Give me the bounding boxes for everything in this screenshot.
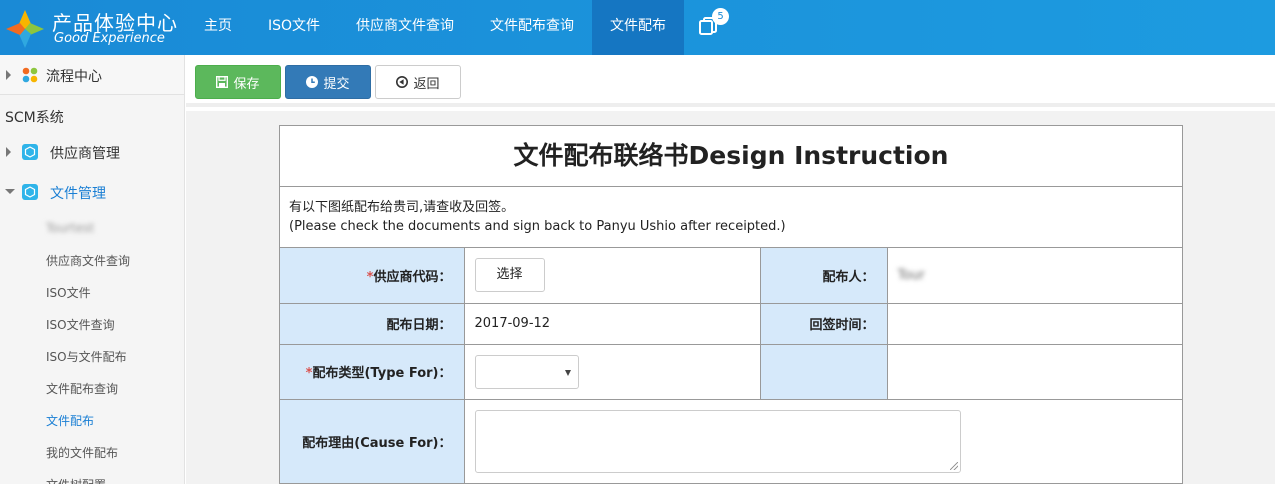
notice-line-cn: 有以下图纸配布给贵司,请查收及回签。	[289, 200, 515, 215]
resize-grip-icon[interactable]	[949, 461, 958, 470]
dropdown-arrow-icon	[564, 369, 571, 376]
nav-iso-files[interactable]: ISO文件	[250, 0, 338, 55]
form-title: 文件配布联络书Design Instruction	[280, 126, 1182, 187]
nav-file-distribution-query[interactable]: 文件配布查询	[472, 0, 592, 55]
save-icon	[216, 76, 229, 88]
nav-supplier-file-query[interactable]: 供应商文件查询	[338, 0, 472, 55]
caret-right-icon	[6, 147, 11, 157]
sidebar-item-flow-center[interactable]: 流程中心	[0, 55, 184, 95]
sidebar-item-label: 流程中心	[46, 69, 102, 85]
sidebar-item-label: 供应商管理	[50, 146, 120, 162]
brand[interactable]: 产品体验中心 Good Experience	[0, 0, 185, 55]
sidebar-section-title: SCM系统	[5, 110, 64, 126]
empty-label-cell	[759, 343, 888, 400]
distribution-type-label: *配布类型(Type For)：	[280, 343, 465, 400]
nav-windows-button[interactable]: 5	[684, 0, 732, 55]
sidebar-subitem-file-tree-config[interactable]: 文件树配置	[46, 476, 106, 484]
cube-icon	[22, 184, 38, 200]
submit-button-label: 提交	[323, 76, 350, 92]
notice-line-en: (Please check the documents and sign bac…	[289, 219, 786, 234]
save-button-label: 保存	[233, 76, 260, 92]
back-circle-icon	[396, 76, 409, 88]
caret-down-icon	[5, 189, 15, 194]
select-supplier-button[interactable]: 选择	[474, 258, 545, 293]
sidebar-item-label: 文件管理	[50, 186, 106, 202]
submit-button[interactable]: 提交	[285, 65, 371, 99]
distribution-reason-textarea[interactable]	[474, 409, 961, 473]
brand-name-en: Good Experience	[54, 31, 165, 46]
sidebar-subitem-tourtest[interactable]: Tourtest	[46, 221, 94, 235]
distribution-type-cell	[463, 343, 761, 400]
sidebar-item-supplier-management[interactable]: 供应商管理	[0, 135, 184, 171]
distributor-value: Tour	[897, 267, 925, 283]
sidebar-subitem-file-distribution[interactable]: 文件配布	[46, 412, 94, 429]
reply-time-label: 回签时间：	[759, 302, 888, 345]
distributor-label: 配布人：	[759, 248, 888, 304]
sidebar-subitem-my-distribution[interactable]: 我的文件配布	[46, 444, 118, 461]
back-button[interactable]: 返回	[375, 65, 461, 99]
content-area: 文件配布联络书Design Instruction 有以下图纸配布给贵司,请查收…	[186, 111, 1275, 484]
sidebar: 流程中心 SCM系统 供应商管理 文件管理 Tourtest 供应商文件查询 I…	[0, 55, 185, 484]
form-grid: *供应商代码： 选择 配布人： Tour 配布日期： 2017-09-12 回签…	[280, 248, 1182, 484]
cube-icon	[22, 144, 38, 160]
sidebar-subitem-distribution-query[interactable]: 文件配布查询	[46, 380, 118, 397]
brand-logo-icon	[6, 10, 44, 48]
back-button-label: 返回	[413, 76, 440, 92]
nav-file-distribution[interactable]: 文件配布	[592, 0, 685, 55]
sidebar-subitem-iso-distribution[interactable]: ISO与文件配布	[46, 348, 127, 365]
sidebar-subitem-supplier-file-query[interactable]: 供应商文件查询	[46, 252, 130, 269]
caret-right-icon	[6, 70, 11, 80]
toolbar: 保存 提交 返回	[186, 55, 1275, 107]
reply-time-value	[886, 302, 1182, 345]
distribution-form: 文件配布联络书Design Instruction 有以下图纸配布给贵司,请查收…	[279, 125, 1183, 484]
sidebar-item-file-management[interactable]: 文件管理	[0, 175, 184, 211]
supplier-code-label: *供应商代码：	[280, 248, 465, 304]
clock-icon	[306, 76, 319, 88]
sidebar-subitem-iso-file-query[interactable]: ISO文件查询	[46, 316, 115, 333]
main-nav: 主页 ISO文件 供应商文件查询 文件配布查询 文件配布 5	[186, 0, 732, 55]
distribution-date-value: 2017-09-12	[463, 302, 761, 345]
nav-home[interactable]: 主页	[186, 0, 250, 55]
notification-badge: 5	[712, 8, 730, 25]
supplier-code-cell: 选择	[463, 248, 761, 304]
sidebar-subitem-iso-files[interactable]: ISO文件	[46, 284, 91, 301]
flow-center-icon	[22, 67, 38, 83]
distribution-reason-label: 配布理由(Cause For)：	[280, 398, 465, 484]
distribution-date-label: 配布日期：	[280, 302, 465, 345]
top-navbar: 产品体验中心 Good Experience 主页 ISO文件 供应商文件查询 …	[0, 0, 1275, 55]
form-notice: 有以下图纸配布给贵司,请查收及回签。 (Please check the doc…	[280, 187, 1182, 248]
empty-value-cell	[886, 343, 1182, 400]
distribution-reason-cell	[463, 398, 1182, 484]
distributor-value-cell: Tour	[886, 248, 1182, 304]
distribution-type-select[interactable]	[474, 354, 579, 389]
save-button[interactable]: 保存	[195, 65, 281, 99]
